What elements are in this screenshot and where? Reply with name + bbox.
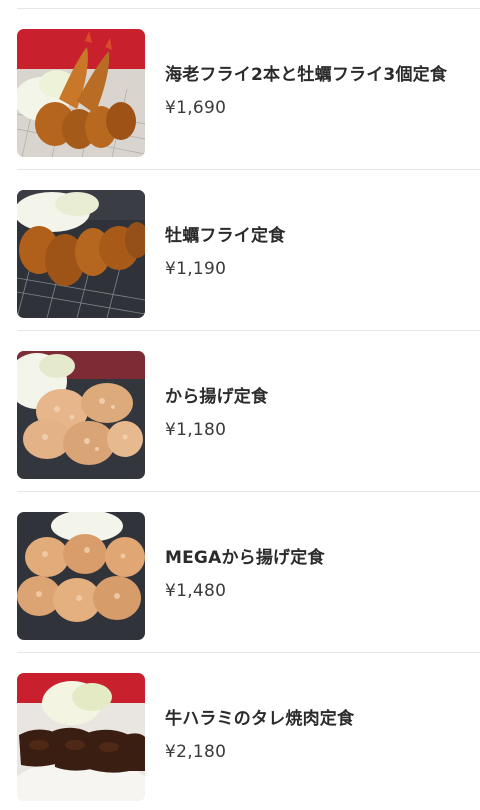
fried-shrimp-and-oyster-image [17,29,145,157]
menu-list: 海老フライ2本と牡蠣フライ3個定食 ¥1,690 牡蠣フライ定食 ¥1,190 … [0,0,480,810]
item-name: から揚げ定食 [165,386,269,407]
item-info: 牡蠣フライ定食 ¥1,190 [165,170,450,331]
menu-item[interactable]: から揚げ定食 ¥1,180 [0,331,480,492]
item-price: ¥2,180 [165,741,227,762]
item-info: MEGAから揚げ定食 ¥1,480 [165,492,450,653]
menu-item[interactable]: 海老フライ2本と牡蠣フライ3個定食 ¥1,690 [0,9,480,170]
item-name: MEGAから揚げ定食 [165,547,325,568]
item-price: ¥1,690 [165,97,227,118]
menu-item[interactable]: 牡蠣フライ定食 ¥1,190 [0,170,480,331]
item-price: ¥1,190 [165,258,227,279]
fried-oyster-image [17,190,145,318]
karaage-image [17,351,145,479]
item-info: 海老フライ2本と牡蠣フライ3個定食 ¥1,690 [165,9,450,170]
menu-item[interactable]: MEGAから揚げ定食 ¥1,480 [0,492,480,653]
item-price: ¥1,480 [165,580,227,601]
item-name: 牛ハラミのタレ焼肉定食 [165,708,355,729]
mega-karaage-image [17,512,145,640]
item-info: 牛ハラミのタレ焼肉定食 ¥2,180 [165,653,450,810]
item-info: から揚げ定食 ¥1,180 [165,331,450,492]
item-name: 海老フライ2本と牡蠣フライ3個定食 [165,64,448,85]
item-price: ¥1,180 [165,419,227,440]
beef-skirt-yakiniku-image [17,673,145,801]
menu-item[interactable]: 牛ハラミのタレ焼肉定食 ¥2,180 [0,653,480,810]
item-name: 牡蠣フライ定食 [165,225,286,246]
